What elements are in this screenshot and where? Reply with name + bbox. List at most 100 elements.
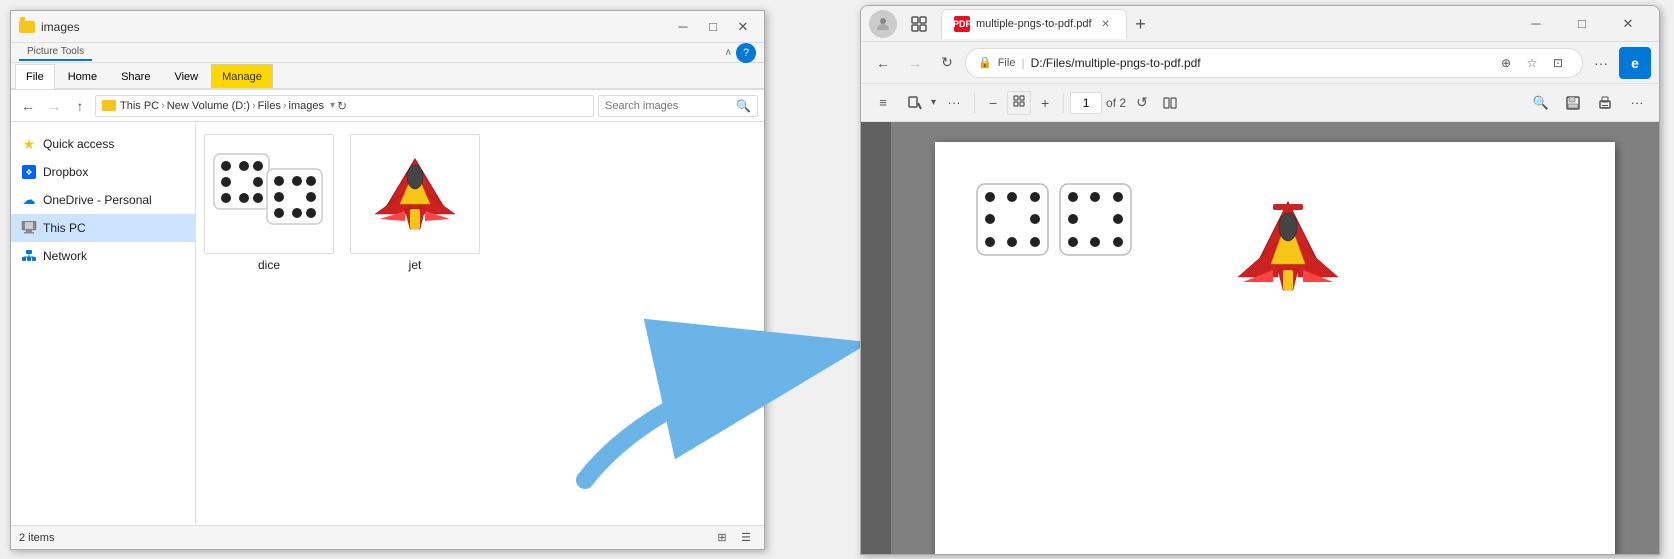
pdf-highlight-button[interactable] [901,89,929,117]
pdf-print-button[interactable] [1591,89,1619,117]
pdf-more2-button[interactable]: ··· [1623,89,1651,117]
edge-icon-button[interactable]: e [1619,47,1651,79]
pdf-search-button[interactable]: 🔍 [1527,89,1555,117]
dropbox-label: Dropbox [43,165,88,179]
pdf-sidebar-strip [861,122,891,554]
list-item[interactable]: jet [350,130,480,276]
status-view-controls: ⊞ ☰ [712,530,756,546]
search-bar[interactable]: 🔍 [598,95,758,117]
grid-view-button[interactable]: ⊞ [712,530,732,546]
pdf-die-1 [975,182,1050,257]
profile-icon[interactable] [869,10,897,38]
browser-back-button[interactable]: ← [869,49,897,77]
pdf-zoom-in-button[interactable]: + [1033,91,1057,115]
browser-title-bar: PDF multiple-pngs-to-pdf.pdf ✕ + ─ □ ✕ [861,6,1659,42]
tab-file[interactable]: File [15,64,55,89]
browser-extra-buttons: ··· [1587,49,1615,77]
sidebar-item-onedrive[interactable]: ☁ OneDrive - Personal [11,186,195,214]
refresh-button[interactable]: ↻ [337,99,347,113]
up-button[interactable]: ↑ [69,95,91,117]
browser-address-bar: ← → ↻ 🔒 File | D:/Files/multiple-pngs-to… [861,42,1659,84]
lock-icon: 🔒 [978,56,992,69]
status-bar: 2 items ⊞ ☰ [11,525,764,549]
close-button[interactable]: ✕ [730,17,756,37]
tab-manage[interactable]: Manage [211,64,273,88]
tab-share[interactable]: Share [110,64,161,88]
zoom-controls: − + [981,91,1057,115]
pdf-zoom-out-button[interactable]: − [981,91,1005,115]
jet-thumbnail [350,134,480,254]
breadcrumb-text: This PC [120,100,159,112]
list-item[interactable]: dice [204,130,334,276]
ribbon: Picture Tools ∧ ? File Home Share View M… [11,43,764,90]
search-icon: 🔍 [736,99,751,113]
pdf-save-button[interactable] [1559,89,1587,117]
tab-close-button[interactable]: ✕ [1098,16,1114,32]
pdf-jet-group [1223,182,1353,305]
pdf-rotate-button[interactable]: ↺ [1130,91,1154,115]
pdf-more-button[interactable]: ··· [940,89,968,117]
ribbon-tabs: File Home Share View Manage [11,63,764,89]
dice-thumbnail [204,134,334,254]
tab-view[interactable]: View [163,64,209,88]
computer-icon [21,220,37,236]
minimize-button[interactable]: ─ [670,17,696,37]
maximize-button[interactable]: □ [700,17,726,37]
sidebar-item-quick-access[interactable]: ★ Quick access [11,130,195,158]
jet-label: jet [409,258,422,272]
browser-forward-button[interactable]: → [901,49,929,77]
list-view-button[interactable]: ☰ [736,530,756,546]
pdf-jet-image [1223,182,1353,302]
breadcrumb[interactable]: This PC › New Volume (D:) › Files › imag… [95,95,594,117]
page-total: of 2 [1106,96,1126,110]
browser-refresh-button[interactable]: ↻ [933,49,961,77]
breadcrumb-files: Files [258,100,281,112]
pdf-die-2 [1058,182,1133,257]
explorer-body: ★ Quick access ❖ Dropbox ☁ OneDrive - Pe… [11,122,764,525]
browser-window-controls: ─ □ ✕ [1513,6,1651,42]
folder-icon [19,21,35,33]
browser-close-button[interactable]: ✕ [1605,6,1651,42]
sidebar: ★ Quick access ❖ Dropbox ☁ OneDrive - Pe… [11,122,196,525]
page-number-input[interactable] [1070,92,1102,114]
breadcrumb-images: images [289,100,324,112]
sidebar-item-this-pc[interactable]: This PC [11,214,195,242]
sidebar-item-network[interactable]: Network [11,242,195,270]
picture-tools-label: Picture Tools [19,44,92,61]
toolbar-separator [974,93,975,113]
toolbar-separator-2 [1063,93,1064,113]
browser-maximize-button[interactable]: □ [1559,6,1605,42]
zoom-button[interactable]: ⊕ [1494,51,1518,75]
address-input-container[interactable]: 🔒 File | D:/Files/multiple-pngs-to-pdf.p… [965,48,1583,78]
browser-minimize-button[interactable]: ─ [1513,6,1559,42]
browser-content [861,122,1659,554]
address-actions: ⊕ ☆ ⊡ [1494,51,1570,75]
tab-home[interactable]: Home [57,64,108,88]
dropbox-icon: ❖ [21,164,37,180]
file-explorer: images ─ □ ✕ Picture Tools ∧ ? File Home… [10,10,765,550]
sidebar-item-dropbox[interactable]: ❖ Dropbox [11,158,195,186]
star-icon: ★ [21,136,37,152]
favorites-button[interactable]: ☆ [1520,51,1544,75]
pdf-outline-button[interactable]: ≡ [869,89,897,117]
read-aloud-button[interactable]: ⊡ [1546,51,1570,75]
new-tab-button[interactable]: + [1127,11,1155,39]
breadcrumb-drive: New Volume (D:) [167,100,250,112]
forward-button[interactable]: → [43,95,65,117]
quick-access-label: Quick access [43,137,114,151]
file-area: dice [196,122,764,525]
pdf-fit-button[interactable] [1007,91,1031,115]
browser-tab[interactable]: PDF multiple-pngs-to-pdf.pdf ✕ [941,9,1127,39]
explorer-title-bar: images ─ □ ✕ [11,11,764,43]
browser-window: PDF multiple-pngs-to-pdf.pdf ✕ + ─ □ ✕ ←… [860,5,1660,555]
back-button[interactable]: ← [17,95,39,117]
tab-title: multiple-pngs-to-pdf.pdf [976,18,1092,30]
pdf-dual-page-button[interactable] [1158,91,1182,115]
this-pc-label: This PC [43,221,86,235]
browser-collections-button[interactable] [905,10,933,38]
onedrive-label: OneDrive - Personal [43,193,152,207]
ribbon-expand-icon: ∧ [725,47,732,58]
search-input[interactable] [605,100,732,112]
help-button[interactable]: ? [736,43,756,63]
browser-more-button[interactable]: ··· [1587,49,1615,77]
